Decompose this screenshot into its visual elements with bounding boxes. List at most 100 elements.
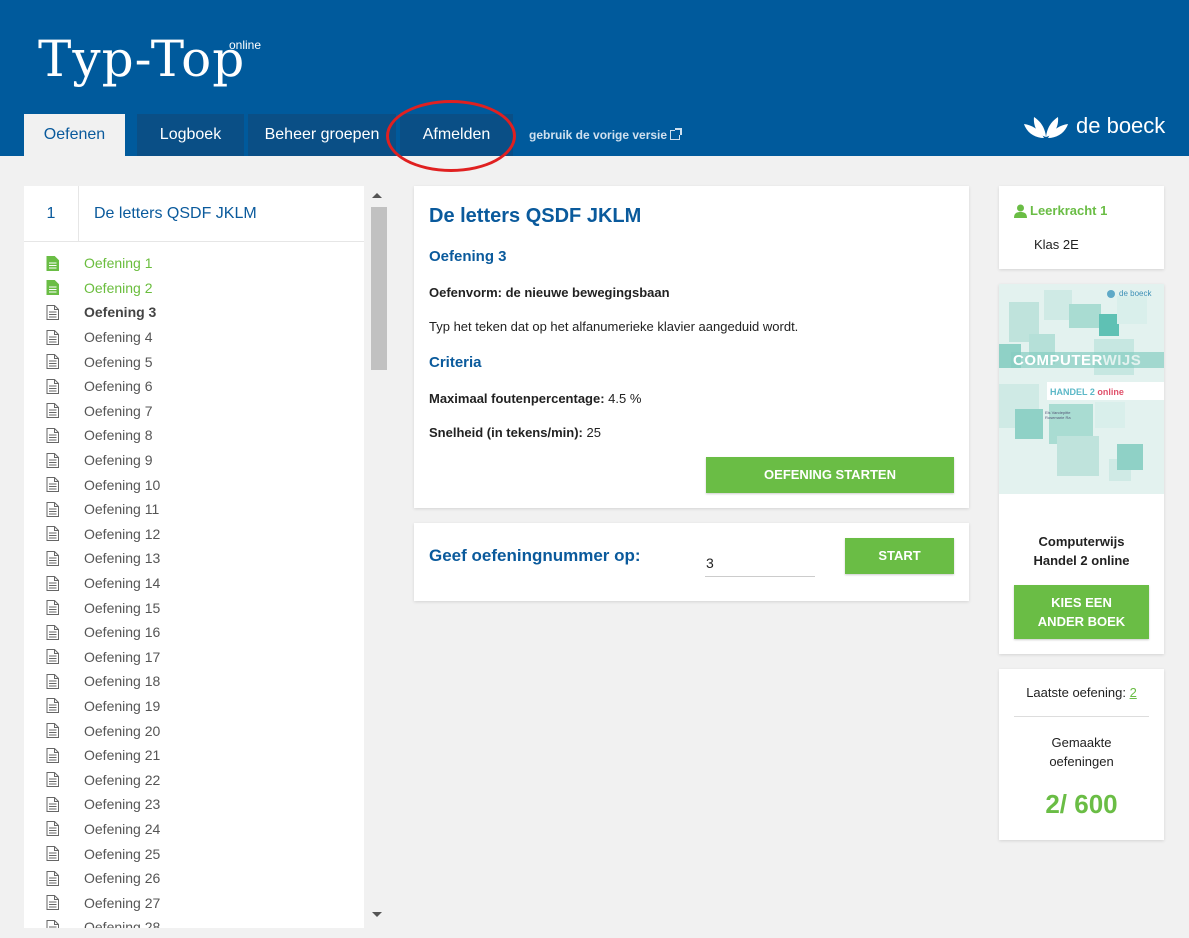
exercise-list-item[interactable]: Oefening 8 (24, 423, 364, 448)
document-icon (46, 550, 59, 566)
user-name[interactable]: Leerkracht 1 (1014, 203, 1107, 218)
scroll-down-arrow-icon[interactable] (372, 912, 382, 917)
user-name-label: Leerkracht 1 (1030, 203, 1108, 218)
exercise-list-item[interactable]: Oefening 19 (24, 694, 364, 719)
exercise-list-item[interactable]: Oefening 18 (24, 669, 364, 694)
document-icon (46, 452, 59, 468)
document-icon (46, 329, 59, 345)
exercise-list-item[interactable]: Oefening 16 (24, 620, 364, 645)
document-icon (46, 673, 59, 689)
document-icon (46, 772, 59, 788)
exercise-label: Oefening 12 (84, 525, 161, 542)
exercise-list-item[interactable]: Oefening 23 (24, 792, 364, 817)
document-icon (46, 796, 59, 812)
exercise-label: Oefening 14 (84, 575, 161, 592)
exercise-label: Oefening 1 (84, 255, 153, 272)
exercise-number-label: Geef oefeningnummer op: (429, 546, 641, 565)
document-icon (46, 919, 59, 928)
book-card: de boeck COMPUTERWIJS HANDEL 2 online El… (999, 284, 1164, 654)
max-error-label: Maximaal foutenpercentage: (429, 391, 605, 406)
exercise-label: Oefening 28 (84, 919, 161, 928)
exercise-list-item[interactable]: Oefening 20 (24, 718, 364, 743)
scroll-up-arrow-icon[interactable] (372, 193, 382, 198)
completed-exercises-count: 2/ 600 (1045, 789, 1118, 819)
completed-label-line2: oefeningen (1049, 754, 1114, 769)
exercise-list-item[interactable]: Oefening 3 (24, 300, 364, 325)
exercise-label: Oefening 18 (84, 673, 161, 690)
exercise-label: Oefening 11 (84, 501, 160, 518)
document-icon (46, 378, 59, 394)
document-icon (46, 870, 59, 886)
cover-brand: de boeck (1119, 289, 1152, 298)
exercise-list-item[interactable]: Oefening 9 (24, 448, 364, 473)
max-error-criterion: Maximaal foutenpercentage: 4.5 % (429, 391, 641, 406)
exercise-list-item[interactable]: Oefening 13 (24, 546, 364, 571)
exercise-list-item[interactable]: Oefening 17 (24, 645, 364, 670)
exercise-label: Oefening 3 (84, 304, 157, 321)
exercise-label: Oefening 6 (84, 378, 153, 395)
tab-logboek[interactable]: Logboek (137, 114, 244, 156)
app-logo[interactable]: Typ-Top (38, 30, 245, 88)
sidebar-scroll-thumb[interactable] (371, 207, 387, 370)
user-card: Leerkracht 1 Klas 2E (999, 186, 1164, 269)
exercise-list-item[interactable]: Oefening 25 (24, 841, 364, 866)
exercise-list-item[interactable]: Oefening 24 (24, 817, 364, 842)
exercise-list-item[interactable]: Oefening 1 (24, 251, 364, 276)
criteria-heading: Criteria (429, 354, 482, 371)
start-exercise-button[interactable]: OEFENING STARTEN (706, 457, 954, 493)
cover-title-a: COMPUTER (1013, 352, 1103, 369)
exercise-list-item[interactable]: Oefening 21 (24, 743, 364, 768)
last-exercise-link[interactable]: 2 (1130, 685, 1137, 700)
cover-title-b: WIJS (1102, 352, 1142, 369)
exercise-label: Oefening 4 (84, 329, 153, 346)
start-button[interactable]: START (845, 538, 954, 574)
exercise-label: Oefening 15 (84, 599, 161, 616)
tab-beheer-groepen[interactable]: Beheer groepen (248, 114, 396, 156)
exercise-list-item[interactable]: Oefening 14 (24, 571, 364, 596)
exercise-list-item[interactable]: Oefening 12 (24, 522, 364, 547)
exercise-name: Oefening 3 (429, 248, 507, 265)
cover-subtitle: HANDEL 2 online (1050, 387, 1124, 397)
exercise-list-item[interactable]: Oefening 22 (24, 767, 364, 792)
exercise-list-item[interactable]: Oefening 26 (24, 866, 364, 891)
last-exercise: Laatste oefening: 2 (999, 685, 1164, 700)
previous-version-label: gebruik de vorige versie (529, 128, 668, 142)
app-logo-superscript: online (229, 38, 262, 52)
exercise-label: Oefening 22 (84, 771, 161, 788)
exercise-sidebar: 1 De letters QSDF JKLM Oefening 1 Oefenin… (24, 186, 364, 928)
document-icon (46, 846, 59, 862)
document-icon (46, 723, 59, 739)
cover-sub-b: online (1097, 387, 1124, 397)
cover-title: COMPUTERWIJS (1013, 352, 1141, 369)
tab-afmelden[interactable]: Afmelden (400, 114, 513, 156)
exercise-list-item[interactable]: Oefening 6 (24, 374, 364, 399)
exercise-list-item[interactable]: Oefening 4 (24, 325, 364, 350)
exercise-list-item[interactable]: Oefening 2 (24, 276, 364, 301)
main-nav-tabs: Oefenen Logboek Beheer groepen Afmelden (24, 114, 517, 156)
book-cover-image: de boeck COMPUTERWIJS HANDEL 2 online El… (999, 284, 1164, 494)
choose-other-book-button[interactable]: KIES EEN ANDER BOEK (1014, 585, 1149, 639)
exercise-list-item[interactable]: Oefening 15 (24, 595, 364, 620)
exercise-list-item[interactable]: Oefening 11 (24, 497, 364, 522)
book-title: Computerwijs Handel 2 online (999, 532, 1164, 570)
exercise-number-card: Geef oefeningnummer op: START (414, 523, 969, 601)
lesson-header[interactable]: 1 De letters QSDF JKLM (24, 186, 364, 242)
exercise-list-item[interactable]: Oefening 7 (24, 399, 364, 424)
leaf-logo-icon (1024, 117, 1068, 138)
exercise-label: Oefening 17 (84, 648, 161, 665)
exercise-list-item[interactable]: Oefening 28 (24, 915, 364, 928)
tab-oefenen[interactable]: Oefenen (24, 114, 125, 156)
document-icon (46, 280, 59, 296)
previous-version-link[interactable]: gebruik de vorige versie (529, 128, 683, 142)
document-icon (46, 501, 59, 517)
document-icon (46, 403, 59, 419)
exercise-list-item[interactable]: Oefening 10 (24, 472, 364, 497)
exercise-list-item[interactable]: Oefening 5 (24, 349, 364, 374)
document-icon (46, 649, 59, 665)
document-icon (46, 698, 59, 714)
exercise-label: Oefening 16 (84, 624, 161, 641)
document-icon (46, 354, 59, 370)
exercise-number-input[interactable] (705, 549, 815, 577)
exercise-list-item[interactable]: Oefening 27 (24, 890, 364, 915)
exercise-form: Oefenvorm: de nieuwe bewegingsbaan (429, 285, 670, 300)
